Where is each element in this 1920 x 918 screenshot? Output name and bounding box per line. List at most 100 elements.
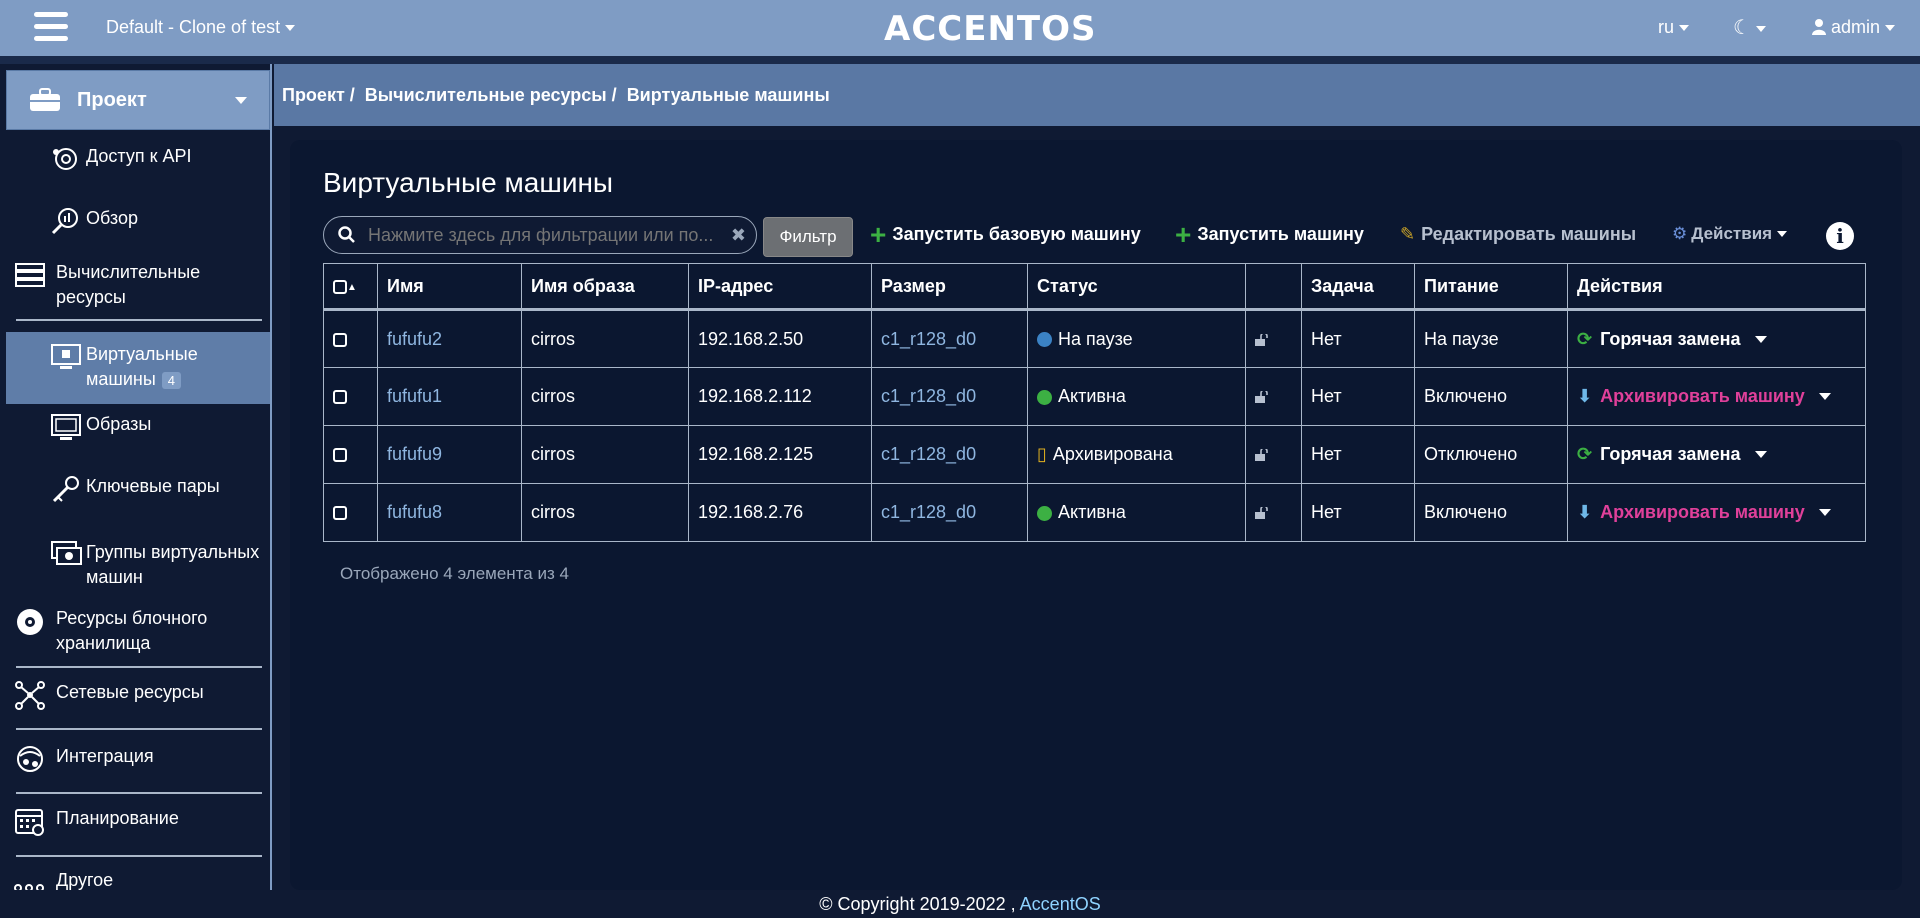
chevron-down-icon[interactable] [1754, 335, 1767, 343]
action-label: Архивировать машину [1600, 386, 1805, 406]
sidebar-divider [16, 666, 262, 668]
filter-button[interactable]: Фильтр [763, 217, 853, 257]
chevron-down-icon[interactable] [1818, 393, 1831, 400]
sidebar-item-images[interactable]: Образы [50, 412, 151, 442]
sidebar-item-vms[interactable]: Виртуальные машины 4 [50, 342, 216, 392]
sidebar-item-label: Сетевые ресурсы [56, 682, 204, 702]
row-checkbox[interactable] [333, 390, 347, 405]
sidebar-divider [16, 728, 262, 730]
sidebar-divider [16, 792, 262, 794]
project-switcher-label: Default - Clone of test [106, 17, 281, 37]
row-checkbox[interactable] [333, 332, 347, 347]
sidebar-item-label: Образы [86, 414, 152, 434]
status-text: Активна [1058, 386, 1126, 406]
col-actions: Действия [1567, 263, 1866, 311]
sidebar-item-overview[interactable]: Обзор [50, 206, 138, 236]
breadcrumb-project[interactable]: Проект / [282, 85, 355, 106]
launch-button[interactable]: + Запустить машину [1175, 218, 1364, 250]
menu-icon[interactable] [34, 12, 68, 42]
size-link[interactable]: c1_r128_d0 [871, 483, 1028, 542]
actions-cell: ⬇ Архивировать машину [1567, 367, 1866, 426]
hot-swap-button[interactable]: ⟳ Горячая замена [1577, 444, 1767, 465]
archive-icon: ⬇ [1577, 386, 1593, 406]
edit-button[interactable]: ✎ Редактировать машины [1400, 224, 1636, 245]
task-cell: Нет [1301, 309, 1415, 368]
sidebar-item-keypairs[interactable]: Ключевые пары [50, 474, 220, 504]
hot-swap-button[interactable]: ⟳ Горячая замена [1577, 329, 1767, 350]
sidebar-item-compute[interactable]: Вычислительные ресурсы [14, 260, 216, 310]
col-status[interactable]: Статус [1027, 263, 1246, 311]
sort-icon[interactable]: ▲ [347, 281, 357, 292]
actions-dropdown[interactable]: ⚙ Действия [1672, 224, 1788, 244]
table-header-row: ▲ Имя Имя образа IP-адрес Размер Статус … [323, 263, 1866, 311]
chevron-down-icon[interactable] [1754, 451, 1767, 458]
refresh-icon: ⟳ [1577, 328, 1593, 349]
search-input[interactable] [368, 224, 718, 246]
row-checkbox[interactable] [333, 448, 347, 463]
task-cell: Нет [1301, 483, 1415, 542]
theme-toggle[interactable]: ☾ [1733, 15, 1766, 40]
image-cell: cirros [521, 367, 689, 426]
lock-cell [1245, 309, 1302, 368]
chevron-down-icon [1777, 231, 1788, 237]
sidebar-item-vm-groups[interactable]: Группы виртуальных машин [50, 540, 266, 590]
sidebar-item-block-storage[interactable]: Ресурсы блочного хранилища [14, 606, 226, 656]
clear-icon[interactable]: ✖ [731, 225, 746, 246]
actions-cell: ⟳ Горячая замена [1567, 309, 1866, 368]
vm-name-link[interactable]: fufufu2 [377, 309, 522, 368]
size-link[interactable]: c1_r128_d0 [871, 367, 1028, 426]
sidebar-project-label: Проект [77, 88, 147, 111]
chevron-down-icon [1885, 25, 1896, 32]
sidebar-item-label: Виртуальные машины 4 [86, 342, 216, 392]
action-label: Горячая замена [1600, 328, 1741, 349]
sidebar-item-api-access[interactable]: Доступ к API [50, 144, 192, 174]
ip-cell: 192.168.2.50 [688, 309, 872, 368]
chevron-down-icon [235, 97, 247, 104]
size-link[interactable]: c1_r128_d0 [871, 309, 1028, 368]
col-name[interactable]: Имя [377, 263, 522, 311]
vm-name-link[interactable]: fufufu8 [377, 483, 522, 542]
sidebar-item-label: Доступ к API [86, 146, 192, 166]
chevron-down-icon[interactable] [1818, 509, 1831, 516]
archive-button[interactable]: ⬇ Архивировать машину [1577, 386, 1831, 407]
size-link[interactable]: c1_r128_d0 [871, 425, 1028, 484]
user-icon [1812, 19, 1826, 35]
col-size[interactable]: Размер [871, 263, 1028, 311]
sidebar-item-integration[interactable]: Интеграция [14, 744, 154, 774]
archive-button[interactable]: ⬇ Архивировать машину [1577, 502, 1831, 523]
sidebar-item-label: Группы виртуальных машин [86, 542, 260, 587]
count-badge: 4 [161, 372, 181, 389]
task-cell: Нет [1301, 425, 1415, 484]
vm-name-link[interactable]: fufufu9 [377, 425, 522, 484]
network-icon [15, 681, 45, 710]
keypairs-icon [52, 476, 79, 503]
ip-cell: 192.168.2.125 [688, 425, 872, 484]
moon-icon: ☾ [1733, 17, 1751, 39]
top-header: Default - Clone of test ACCENTOS ru ☾ ad… [0, 0, 1920, 56]
breadcrumb-compute[interactable]: Вычислительные ресурсы / [365, 85, 617, 106]
language-selector[interactable]: ru [1658, 17, 1690, 38]
launch-base-button[interactable]: + Запустить базовую машину [870, 220, 1141, 248]
actions-label: Действия [1691, 224, 1773, 243]
archive-file-icon: ▯ [1037, 444, 1047, 464]
row-checkbox[interactable] [333, 506, 347, 521]
col-task[interactable]: Задача [1301, 263, 1415, 311]
vm-name-link[interactable]: fufufu1 [377, 367, 522, 426]
col-image[interactable]: Имя образа [521, 263, 689, 311]
sidebar-item-scheduling[interactable]: Планирование [14, 806, 179, 836]
user-menu[interactable]: admin [1812, 17, 1896, 38]
col-ip[interactable]: IP-адрес [688, 263, 872, 311]
sidebar-item-network[interactable]: Сетевые ресурсы [14, 680, 204, 710]
project-switcher[interactable]: Default - Clone of test [106, 17, 296, 38]
footer: © Copyright 2019-2022 , AccentOS [0, 890, 1920, 918]
select-all-checkbox[interactable] [333, 279, 347, 294]
sidebar-divider [16, 319, 262, 321]
overview-icon [51, 208, 78, 235]
footer-brand-link[interactable]: AccentOS [1020, 894, 1101, 914]
breadcrumb-vms: Виртуальные машины [626, 84, 830, 105]
sidebar-item-label: Планирование [56, 808, 179, 828]
info-icon[interactable]: i [1826, 222, 1854, 250]
col-power[interactable]: Питание [1414, 263, 1568, 311]
sidebar-project-toggle[interactable]: Проект [6, 70, 270, 130]
plus-icon: + [1175, 218, 1192, 250]
